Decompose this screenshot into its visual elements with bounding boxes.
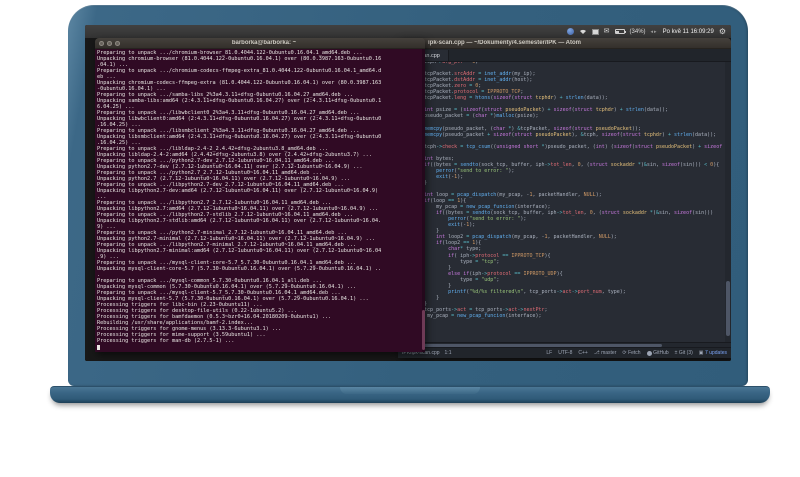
- status-fetch[interactable]: ⟳ Fetch: [622, 350, 640, 356]
- atom-window-title: ipk-scan.cpp — ~/Dokumenty/4.semester/IP…: [428, 40, 581, 46]
- updater-icon[interactable]: [566, 28, 574, 35]
- terminal-window: barborka@barborka: ~ Preparing to unpack…: [95, 38, 425, 352]
- code-lines: 530 tcph->urg_ptr = 0;531 532 tcpPacket.…: [398, 62, 725, 337]
- updates-icon: ▣: [698, 350, 704, 356]
- terminal-line: Unpacking libpython2.7-stdlib:amd64 (2.7…: [97, 218, 382, 224]
- terminal-scrollbar-thumb[interactable]: [422, 310, 425, 350]
- session-gear-icon[interactable]: ⚙: [719, 27, 726, 36]
- maximize-icon[interactable]: [115, 40, 120, 46]
- horizontal-scrollbar[interactable]: [398, 342, 731, 347]
- minimize-icon[interactable]: [107, 40, 112, 46]
- git-diff-icon: ±: [674, 350, 678, 356]
- code-line: 575: [398, 331, 725, 337]
- terminal-line: Unpacking samba-libs:amd64 (2:4.3.11+dfs…: [97, 98, 382, 104]
- indicator-chevrons-icon[interactable]: ◂▸: [651, 29, 658, 35]
- wifi-icon[interactable]: [579, 28, 587, 35]
- vertical-scrollbar-thumb[interactable]: [726, 281, 730, 336]
- status-github[interactable]: GitHub: [646, 350, 669, 356]
- terminal-titlebar[interactable]: barborka@barborka: ~: [95, 38, 425, 49]
- terminal-scrollbar[interactable]: [422, 49, 425, 352]
- terminal-cursor-line: [97, 344, 424, 350]
- laptop-notch: [340, 387, 480, 394]
- terminal-line: Unpacking chromium-browser (81.0.4044.12…: [97, 56, 382, 62]
- branch-icon: ⎇: [593, 350, 600, 356]
- code-text: printf("%d/%s filtered\n", tcp_ports->ac…: [448, 288, 626, 295]
- terminal-title: barborka@barborka: ~: [231, 40, 297, 46]
- screen: ✉ (34%) ◂▸ Po kvě 11 16:09:29 ⚙ ipk-scan…: [85, 25, 731, 361]
- status-encoding[interactable]: UTF-8: [558, 350, 572, 356]
- status-language[interactable]: C++: [578, 350, 587, 356]
- mail-icon[interactable]: ✉: [604, 28, 610, 35]
- status-git-changes[interactable]: ± Git (3): [675, 350, 693, 356]
- battery-icon[interactable]: [614, 29, 626, 34]
- terminal-line: Unpacking libpython2.7-dev:amd64 (2.7.12…: [97, 188, 379, 194]
- atom-window: ipk-scan.cpp — ~/Dokumenty/4.semester/IP…: [398, 38, 731, 358]
- close-icon[interactable]: [99, 40, 104, 46]
- code-text: tcph->check = tcp_csum((unsigned short *…: [424, 143, 723, 150]
- terminal-line: Unpacking libpython2.7-minimal:amd64 (2.…: [97, 248, 382, 254]
- terminal-cursor: [97, 344, 100, 350]
- terminal-line: Unpacking libwbclient0:amd64 (2:4.3.11+d…: [97, 116, 382, 122]
- terminal-body[interactable]: Preparing to unpack .../chromium-browser…: [95, 49, 425, 352]
- terminal-line: Unpacking mysql-client-core-5.7 (5.7.30-…: [97, 266, 382, 272]
- status-line-ending[interactable]: LF: [546, 350, 552, 356]
- terminal-line: Preparing to unpack .../chromium-codecs-…: [97, 68, 382, 74]
- status-cursor-position[interactable]: 1:1: [445, 350, 452, 356]
- code-editor[interactable]: 530 tcph->urg_ptr = 0;531 532 tcpPacket.…: [398, 62, 731, 342]
- code-text: my_pcap = new_pcap_funcion(interface);: [412, 312, 542, 319]
- laptop: ✉ (34%) ◂▸ Po kvě 11 16:09:29 ⚙ ipk-scan…: [0, 0, 800, 477]
- fetch-icon: ⟳: [622, 350, 627, 356]
- status-updates[interactable]: ▣ 7 updates: [699, 350, 727, 356]
- laptop-lid: ✉ (34%) ◂▸ Po kvě 11 16:09:29 ⚙ ipk-scan…: [68, 5, 748, 386]
- atom-titlebar[interactable]: ipk-scan.cpp — ~/Dokumenty/4.semester/IP…: [398, 38, 731, 49]
- code-line: 544 tcph->check = tcp_csum((unsigned sho…: [398, 144, 725, 150]
- code-line: 542 memcpy(pseudo_packet + sizeof(struct…: [398, 132, 725, 138]
- atom-tabbar: C ipk-scan.cpp: [398, 49, 731, 62]
- top-panel: ✉ (34%) ◂▸ Po kvě 11 16:09:29 ⚙: [85, 25, 731, 38]
- atom-statusbar: IPK/ipk-scan.cpp 1:1 LF UTF-8 C++ ⎇ mast…: [398, 347, 731, 358]
- horizontal-scrollbar-thumb[interactable]: [402, 344, 662, 347]
- battery-percent: (34%): [629, 28, 646, 35]
- code-text: pseudo_packet = (char *)malloc(psize);: [412, 113, 539, 120]
- terminal-output: Preparing to unpack .../chromium-browser…: [97, 50, 424, 350]
- code-text: tcpPacket.leng = htons(sizeof(struct tcp…: [412, 95, 608, 102]
- desktop: ipk-scan.cpp — ~/Dokumenty/4.semester/IP…: [85, 38, 731, 361]
- display-icon[interactable]: [591, 28, 599, 35]
- laptop-base: [50, 386, 770, 403]
- clock[interactable]: Po kvě 11 16:09:29: [663, 29, 714, 35]
- terminal-line: Unpacking libsmbclient:amd64 (2:4.3.11+d…: [97, 134, 382, 140]
- code-text: memcpy(pseudo_packet + sizeof(struct pse…: [424, 131, 717, 138]
- vertical-scrollbar[interactable]: [725, 62, 731, 342]
- status-git-branch[interactable]: ⎇ master: [594, 350, 617, 356]
- github-icon: [646, 350, 652, 356]
